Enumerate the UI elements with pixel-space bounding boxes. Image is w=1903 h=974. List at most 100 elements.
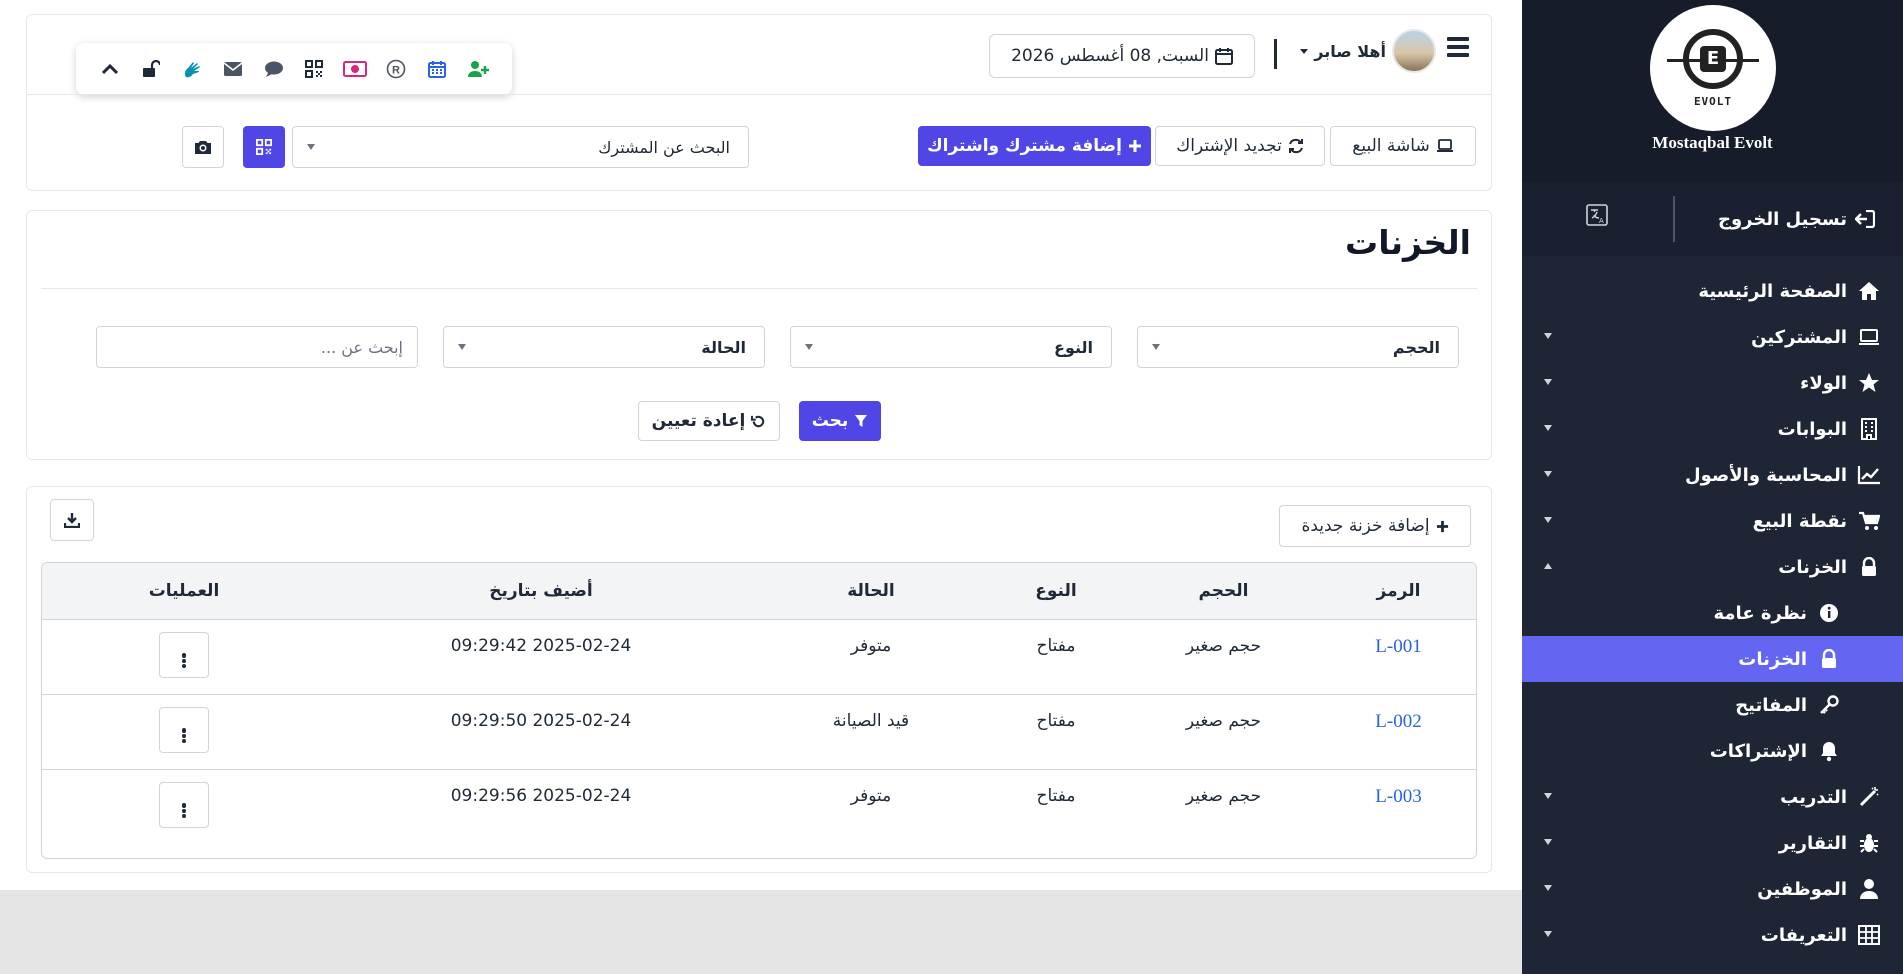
comment-icon[interactable]: [262, 57, 286, 81]
header-divider: [1274, 39, 1277, 69]
filter-panel: الخزنات الحجم النوع الحالة إبحث عن ... ب…: [26, 210, 1492, 460]
star-icon: [1857, 371, 1881, 395]
qr-scan-button[interactable]: [243, 126, 285, 168]
member-search-placeholder: البحث عن المشترك: [598, 137, 730, 157]
row-actions-button[interactable]: [159, 706, 209, 753]
user-name: أهلا صابر: [1314, 41, 1386, 61]
status-filter-label: الحالة: [701, 337, 746, 357]
sidebar-subitem-lockers[interactable]: الخزنات: [1522, 636, 1903, 682]
sidebar-item-lockers[interactable]: الخزنات: [1522, 544, 1903, 590]
column-header-status[interactable]: الحالة: [756, 563, 986, 619]
chevron-down-icon: [1544, 931, 1552, 937]
pos-screen-label: شاشة البيع: [1352, 136, 1430, 156]
status-filter-select[interactable]: الحالة: [443, 326, 765, 368]
sidebar-item-definitions[interactable]: التعريفات: [1522, 912, 1903, 958]
avatar: [1392, 29, 1436, 73]
chevron-down-icon: [1544, 471, 1552, 477]
locker-code-link[interactable]: L-003: [1321, 769, 1476, 844]
table-header-row: الرمز الحجم النوع الحالة أضيف بتاريخ الع…: [42, 563, 1476, 619]
add-locker-button[interactable]: إضافة خزنة جديدة: [1279, 505, 1471, 547]
sidebar-item-training[interactable]: التدريب: [1522, 774, 1903, 820]
brand-logo[interactable]: E EVOLT: [1650, 5, 1776, 131]
svg-text:A: A: [1599, 218, 1604, 225]
type-filter-select[interactable]: النوع: [790, 326, 1112, 368]
page-title: الخزنات: [1345, 223, 1471, 262]
sidebar-item-label: الإشتراكات: [1709, 740, 1807, 762]
size-filter-select[interactable]: الحجم: [1137, 326, 1459, 368]
locker-type: مفتاح: [1036, 635, 1076, 656]
export-button[interactable]: [50, 499, 94, 541]
chevron-down-icon: [1300, 48, 1309, 54]
sidebar-item-members[interactable]: المشتركين: [1522, 314, 1903, 360]
money-bill-icon[interactable]: [343, 57, 368, 81]
sidebar-item-label: المحاسبة والأصول: [1684, 464, 1847, 486]
sidebar-item-reports[interactable]: التقارير: [1522, 820, 1903, 866]
logout-button[interactable]: تسجيل الخروج: [1718, 204, 1875, 234]
reset-button[interactable]: إعادة تعيين: [638, 401, 780, 441]
chevron-down-icon: [1544, 333, 1552, 339]
date-display[interactable]: السبت, 08 أغسطس 2026: [989, 34, 1255, 78]
unlock-icon[interactable]: [139, 57, 163, 81]
size-filter-label: الحجم: [1392, 337, 1440, 357]
add-member-button[interactable]: إضافة مشترك واشتراك: [918, 126, 1151, 166]
sidebar-item-employees[interactable]: الموظفين: [1522, 866, 1903, 912]
kebab-icon: [182, 652, 186, 668]
language-icon[interactable]: A: [1586, 204, 1608, 226]
renew-subscription-button[interactable]: تجديد الإشتراك: [1155, 126, 1325, 166]
qrcode-icon[interactable]: [302, 57, 326, 81]
qrcode-icon: [256, 139, 272, 155]
kebab-icon: [182, 802, 186, 818]
svg-text:R: R: [392, 65, 400, 77]
member-search-select[interactable]: البحث عن المشترك: [292, 126, 749, 168]
row-actions-button[interactable]: [159, 631, 209, 678]
row-actions-cell: [42, 694, 326, 769]
sidebar-item-label: البوابات: [1777, 418, 1847, 440]
pos-screen-button[interactable]: شاشة البيع: [1330, 126, 1476, 166]
row-actions-cell: [42, 619, 326, 694]
sidebar-logout-row: تسجيل الخروج A: [1522, 182, 1903, 256]
sidebar-subitem-subscriptions[interactable]: الإشتراكات: [1522, 728, 1903, 774]
sidebar-item-gates[interactable]: البوابات: [1522, 406, 1903, 452]
table-row: L-003 حجم صغير مفتاح متوفر 2025-02-24 09…: [42, 769, 1476, 844]
chevron-down-icon: [1544, 379, 1552, 385]
sidebar-subitem-keys[interactable]: المفاتيح: [1522, 682, 1903, 728]
user-plus-icon[interactable]: [466, 57, 490, 81]
column-header-actions: العمليات: [148, 580, 220, 601]
chevron-down-icon: [307, 144, 315, 150]
column-header-added[interactable]: أضيف بتاريخ: [326, 563, 756, 619]
camera-icon: [195, 141, 211, 154]
search-button[interactable]: بحث: [799, 401, 881, 441]
sidebar-subitem-overview[interactable]: نظرة عامة: [1522, 590, 1903, 636]
row-actions-button[interactable]: [159, 781, 209, 828]
registered-icon[interactable]: R: [384, 57, 408, 81]
sidebar-item-pos[interactable]: نقطة البيع: [1522, 498, 1903, 544]
locker-code-link[interactable]: L-002: [1321, 694, 1476, 769]
locker-size: حجم صغير: [1185, 710, 1262, 731]
envelope-icon[interactable]: [221, 57, 245, 81]
sidebar-item-accounting[interactable]: المحاسبة والأصول: [1522, 452, 1903, 498]
sign-language-icon[interactable]: [180, 57, 204, 81]
sidebar-item-label: الخزنات: [1738, 648, 1807, 670]
column-header-type[interactable]: النوع: [986, 563, 1126, 619]
column-header-size[interactable]: الحجم: [1126, 563, 1321, 619]
calendar-icon[interactable]: [425, 57, 449, 81]
locker-type: مفتاح: [1036, 785, 1076, 806]
sidebar-item-label: نظرة عامة: [1713, 602, 1808, 624]
camera-button[interactable]: [182, 126, 224, 168]
quick-actions-toolbar: R: [76, 43, 512, 95]
chevron-down-icon: [1544, 839, 1552, 845]
column-header-code[interactable]: الرمز: [1321, 563, 1476, 619]
user-menu[interactable]: أهلا صابر: [1300, 29, 1436, 73]
brand-name: Mostaqbal Evolt: [1652, 133, 1773, 152]
locker-code-link[interactable]: L-001: [1321, 619, 1476, 694]
menu-toggle-icon[interactable]: [1447, 37, 1469, 57]
type-filter-label: النوع: [1054, 337, 1093, 357]
search-input[interactable]: إبحث عن ...: [96, 326, 418, 368]
sidebar-item-loyalty[interactable]: الولاء: [1522, 360, 1903, 406]
laptop-icon: [1857, 325, 1881, 349]
sidebar-item-label: نقطة البيع: [1752, 510, 1847, 532]
chevron-up-icon[interactable]: [98, 57, 122, 81]
home-icon: [1857, 279, 1881, 303]
sidebar-item-label: الخزنات: [1778, 556, 1847, 578]
sidebar-item-home[interactable]: الصفحة الرئيسية: [1522, 268, 1903, 314]
